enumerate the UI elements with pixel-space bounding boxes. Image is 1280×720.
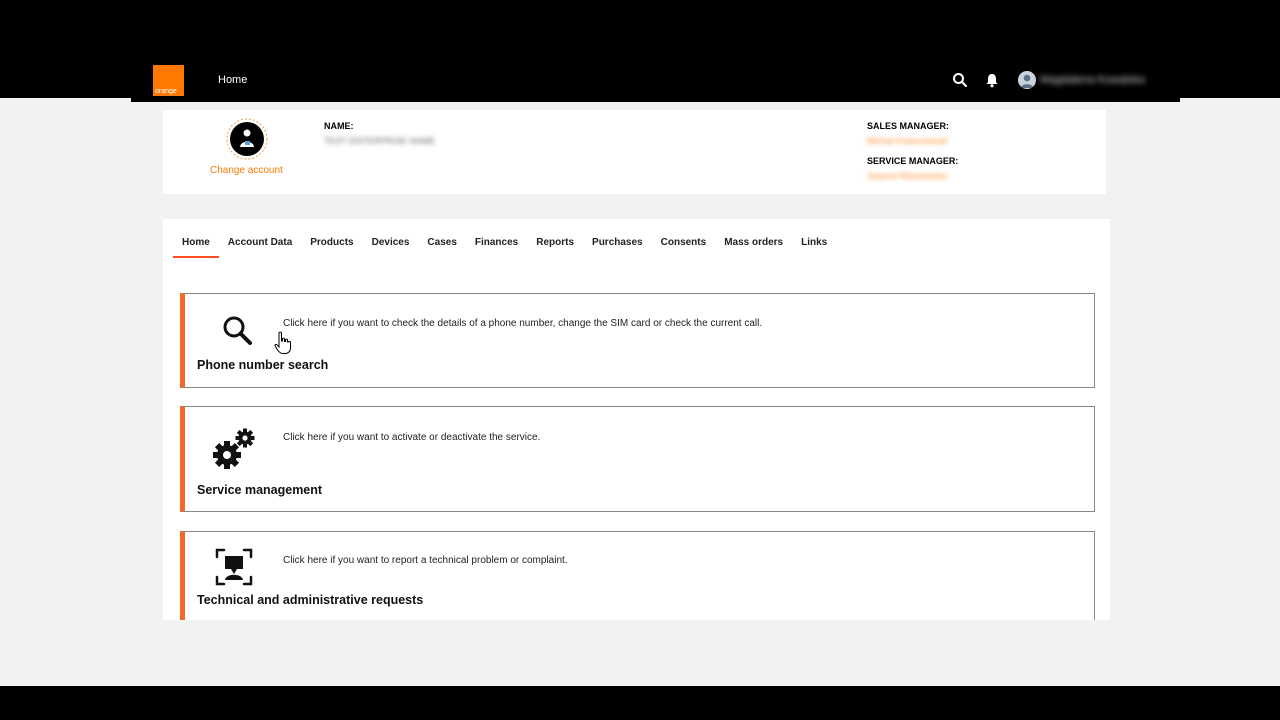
support-request-icon bbox=[215, 548, 253, 586]
tile-description: Click here if you want to check the deta… bbox=[283, 318, 763, 329]
bell-icon[interactable] bbox=[984, 72, 1000, 88]
avatar[interactable] bbox=[1018, 71, 1036, 89]
user-name[interactable]: Magdalena Kowalska bbox=[1040, 74, 1145, 86]
nav-home-link[interactable]: Home bbox=[218, 74, 247, 86]
bottom-bar bbox=[0, 686, 1280, 720]
tab-mass-orders[interactable]: Mass orders bbox=[715, 236, 792, 258]
service-manager-label: SERVICE MANAGER: bbox=[867, 156, 959, 166]
tile-title: Service management bbox=[197, 483, 323, 497]
user-icon bbox=[1020, 74, 1034, 88]
tab-cases[interactable]: Cases bbox=[418, 236, 465, 258]
service-management-tile[interactable]: Click here if you want to activate or de… bbox=[180, 406, 1095, 512]
tab-devices[interactable]: Devices bbox=[363, 236, 419, 258]
account-icon[interactable] bbox=[225, 117, 269, 161]
sales-manager-label: SALES MANAGER: bbox=[867, 121, 950, 131]
tab-finances[interactable]: Finances bbox=[466, 236, 527, 258]
tab-reports[interactable]: Reports bbox=[527, 236, 583, 258]
technical-requests-tile[interactable]: Click here if you want to report a techn… bbox=[180, 531, 1095, 620]
main-content-card: Home Account Data Products Devices Cases… bbox=[163, 219, 1110, 620]
name-label: NAME: bbox=[324, 121, 354, 131]
tab-purchases[interactable]: Purchases bbox=[583, 236, 652, 258]
logo-text: orange bbox=[155, 88, 177, 95]
tile-title: Technical and administrative requests bbox=[197, 593, 424, 607]
tab-consents[interactable]: Consents bbox=[652, 236, 716, 258]
tab-account-data[interactable]: Account Data bbox=[219, 236, 301, 258]
tab-bar: Home Account Data Products Devices Cases… bbox=[173, 236, 836, 258]
orange-logo[interactable]: orange bbox=[153, 65, 184, 96]
account-name-value: TEST ENTERPRISE NAME bbox=[324, 136, 436, 146]
sales-manager-value[interactable]: Michal Krawczewski bbox=[867, 136, 948, 146]
gears-icon bbox=[213, 428, 255, 469]
tab-home[interactable]: Home bbox=[173, 236, 219, 258]
phone-number-search-tile[interactable]: Click here if you want to check the deta… bbox=[180, 293, 1095, 388]
search-icon[interactable] bbox=[952, 72, 968, 88]
tab-links[interactable]: Links bbox=[792, 236, 836, 258]
service-manager-value[interactable]: Joanna Wisniewska bbox=[867, 171, 947, 181]
tile-description: Click here if you want to activate or de… bbox=[283, 432, 541, 443]
hand-cursor-icon bbox=[274, 331, 291, 354]
change-account-link[interactable]: Change account bbox=[210, 165, 283, 176]
tab-products[interactable]: Products bbox=[301, 236, 362, 258]
search-icon bbox=[223, 316, 252, 345]
account-info-card: Change account NAME: TEST ENTERPRISE NAM… bbox=[163, 110, 1106, 194]
tile-description: Click here if you want to report a techn… bbox=[283, 555, 568, 566]
tile-title: Phone number search bbox=[197, 358, 329, 372]
top-navigation-bar: orange Home Magdalena Kowalska bbox=[0, 0, 1280, 100]
header-strip bbox=[131, 98, 1180, 102]
